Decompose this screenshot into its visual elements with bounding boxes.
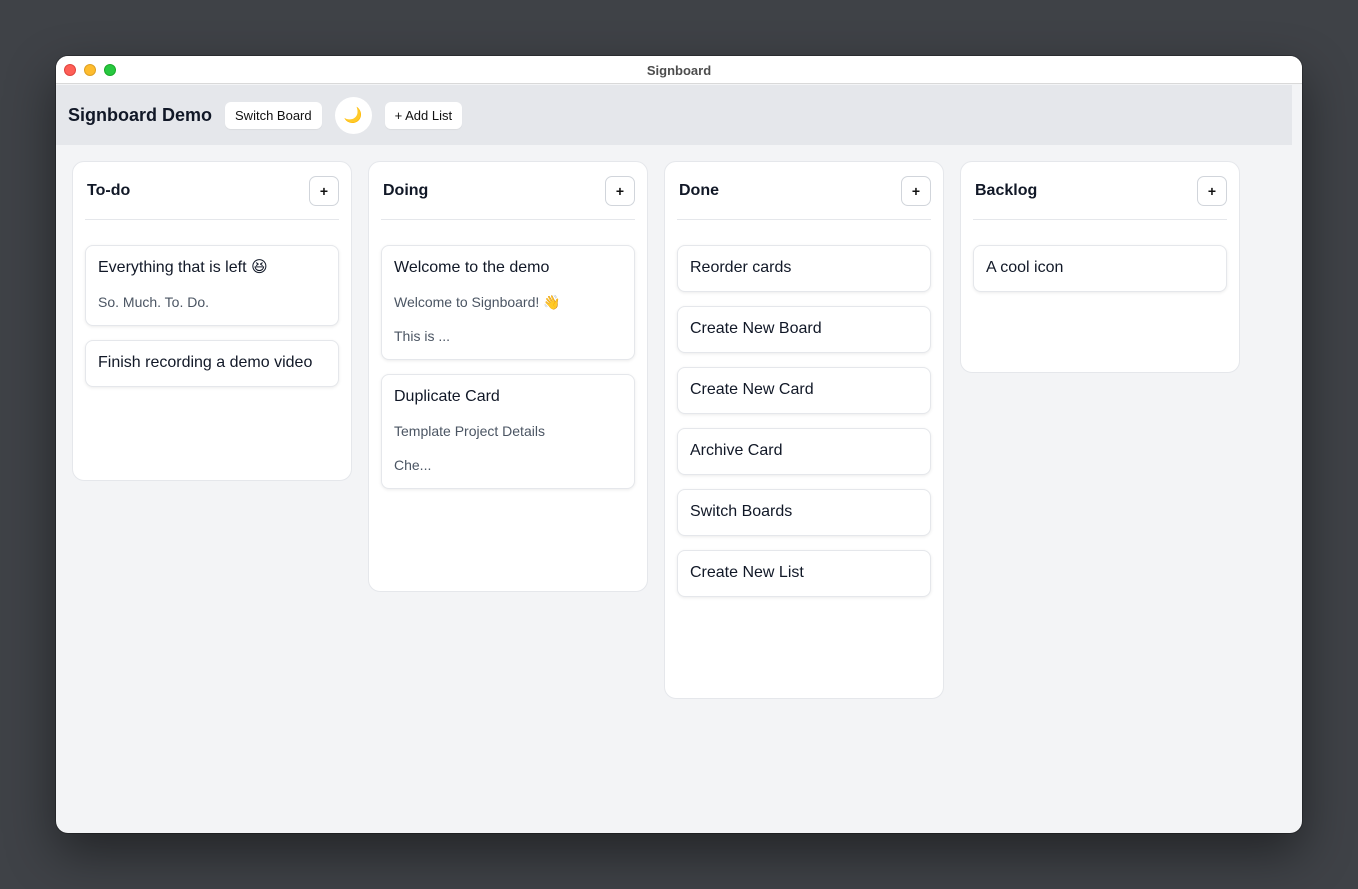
- add-card-button[interactable]: +: [1197, 175, 1227, 206]
- list-todo: To-do + Everything that is left 😆 So. Mu…: [72, 161, 352, 481]
- card[interactable]: Everything that is left 😆 So. Much. To. …: [85, 245, 339, 326]
- card-title: Create New Card: [690, 381, 814, 398]
- card-list: Everything that is left 😆 So. Much. To. …: [85, 220, 339, 387]
- window-title: Signboard: [646, 63, 712, 78]
- card-title: Everything that is left 😆: [98, 259, 268, 276]
- card[interactable]: Archive Card: [677, 428, 931, 475]
- list-header: To-do +: [85, 162, 339, 220]
- list-header: Done +: [677, 162, 931, 220]
- list-backlog: Backlog + A cool icon: [960, 161, 1240, 373]
- list-title: Done: [679, 181, 719, 199]
- card-list: Reorder cards Create New Board Create Ne…: [677, 220, 931, 597]
- card[interactable]: Reorder cards: [677, 245, 931, 292]
- title-bar: Signboard: [56, 56, 1302, 84]
- card[interactable]: Duplicate Card Template Project Details …: [381, 374, 635, 489]
- card-description: So. Much. To. Do.: [98, 294, 210, 310]
- card-description: This is ...: [394, 328, 451, 344]
- card-title: Switch Boards: [690, 503, 793, 520]
- card-title: Duplicate Card: [394, 388, 500, 405]
- list-done: Done + Reorder cards Create New Board Cr…: [664, 161, 944, 699]
- add-card-button[interactable]: +: [605, 175, 635, 206]
- card-description: Welcome to Signboard! 👋: [394, 294, 561, 310]
- add-list-button[interactable]: + Add List: [384, 101, 463, 129]
- switch-board-button[interactable]: Switch Board: [225, 101, 322, 129]
- list-title: Backlog: [975, 181, 1038, 199]
- card-list: Welcome to the demo Welcome to Signboard…: [381, 220, 635, 489]
- app-window: Signboard Signboard Demo Switch Board 🌙 …: [56, 56, 1302, 833]
- theme-toggle-button[interactable]: 🌙: [334, 96, 372, 134]
- card[interactable]: Welcome to the demo Welcome to Signboard…: [381, 245, 635, 360]
- card[interactable]: Create New Board: [677, 306, 931, 353]
- card[interactable]: Create New Card: [677, 367, 931, 414]
- card-title: Reorder cards: [690, 259, 792, 276]
- list-header: Doing +: [381, 162, 635, 220]
- list-header: Backlog +: [973, 162, 1227, 220]
- card-title: Create New List: [690, 564, 804, 581]
- add-card-button[interactable]: +: [901, 175, 931, 206]
- board-header: Signboard Demo Switch Board 🌙 + Add List: [56, 85, 1292, 145]
- board-title: Signboard Demo: [68, 104, 213, 125]
- list-doing: Doing + Welcome to the demo Welcome to S…: [368, 161, 648, 592]
- card-description: Template Project Details: [394, 423, 545, 439]
- card-title: Finish recording a demo video: [98, 354, 313, 371]
- card-title: Welcome to the demo: [394, 259, 550, 276]
- card[interactable]: Create New List: [677, 550, 931, 597]
- card[interactable]: Switch Boards: [677, 489, 931, 536]
- add-card-button[interactable]: +: [309, 175, 339, 206]
- moon-icon: 🌙: [343, 107, 363, 124]
- card[interactable]: A cool icon: [973, 245, 1227, 292]
- list-title: Doing: [383, 181, 429, 199]
- card-title: A cool icon: [986, 259, 1064, 276]
- card-description: Che...: [394, 457, 432, 473]
- card-list: A cool icon: [973, 220, 1227, 292]
- card[interactable]: Finish recording a demo video: [85, 340, 339, 387]
- card-title: Archive Card: [690, 442, 783, 459]
- card-title: Create New Board: [690, 320, 822, 337]
- list-title: To-do: [87, 181, 131, 199]
